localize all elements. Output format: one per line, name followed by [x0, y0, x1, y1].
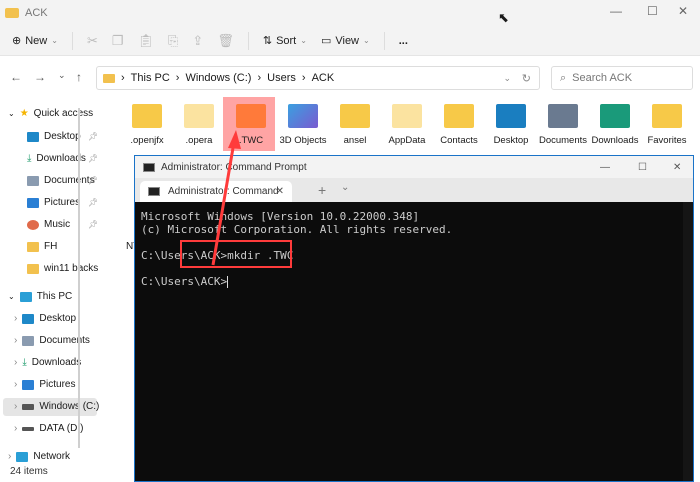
- annotation-arrow: [211, 130, 241, 266]
- mouse-pointer-icon: ⬉: [498, 10, 509, 25]
